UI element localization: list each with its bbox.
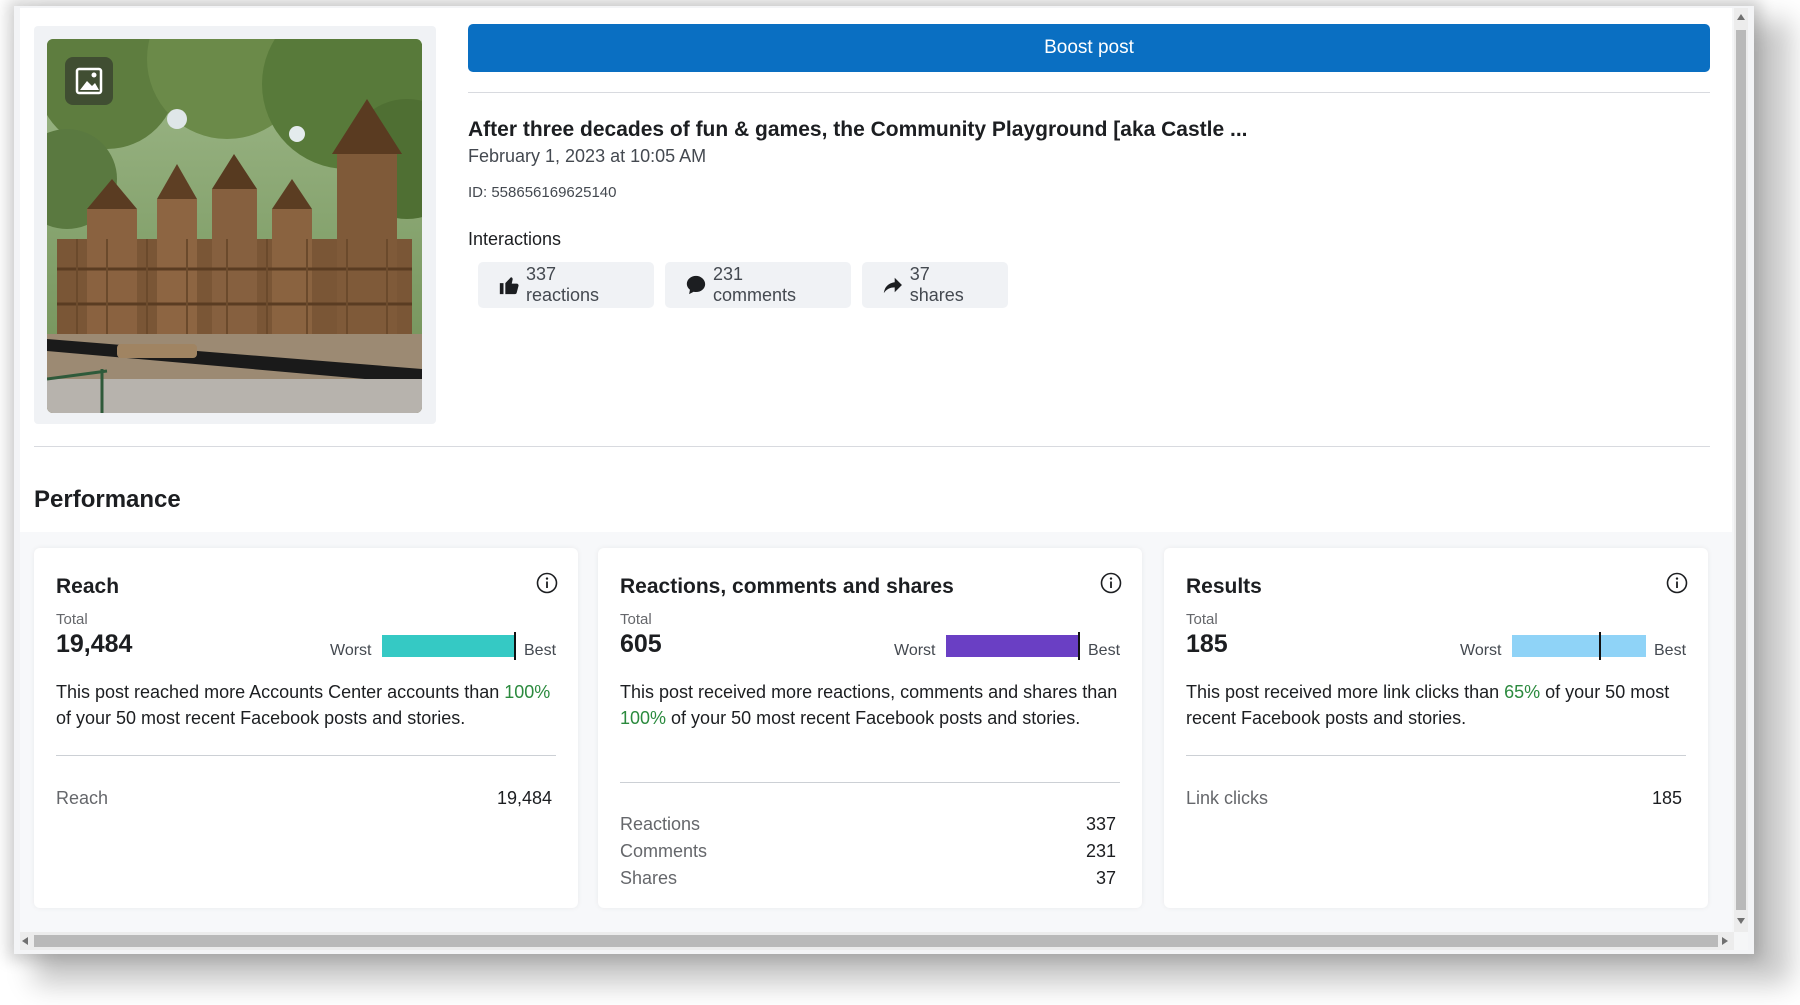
results-card: Results Total 185 Worst Best This post r… xyxy=(1164,548,1708,908)
engagement-total-label: Total xyxy=(620,611,652,628)
engagement-row-label: Comments xyxy=(620,841,708,861)
reach-total-label: Total xyxy=(56,611,88,628)
scroll-right-arrow-icon[interactable] xyxy=(1722,937,1728,945)
engagement-ranking-bar xyxy=(946,632,1080,660)
reach-card-title: Reach xyxy=(56,575,120,598)
reach-worst-label: Worst xyxy=(330,642,372,659)
scroll-left-arrow-icon[interactable] xyxy=(22,937,28,945)
scroll-down-arrow-icon[interactable] xyxy=(1737,918,1745,924)
reach-desc-text: This post reached more Accounts Center a… xyxy=(56,682,505,702)
thumbs-up-icon xyxy=(499,277,519,295)
reach-desc-percent: 100% xyxy=(504,682,551,702)
engagement-row-value: 37 xyxy=(1095,868,1116,888)
engagement-row-value: 337 xyxy=(1085,814,1116,834)
performance-title: Performance xyxy=(34,486,181,513)
comment-icon xyxy=(686,275,706,295)
engagement-ranking-fill xyxy=(946,635,1080,657)
engagement-description: This post received more reactions, comme… xyxy=(620,679,1120,731)
reach-card: Reach Total 19,484 Worst Best This post … xyxy=(34,548,578,908)
engagement-row-label: Shares xyxy=(620,868,678,888)
post-title[interactable]: After three decades of fun & games, the … xyxy=(468,118,1718,142)
engagement-desc-text-end: of your 50 most recent Facebook posts an… xyxy=(666,708,1081,728)
post-id: ID: 558656169625140 xyxy=(468,184,617,201)
results-ranking-fill xyxy=(1512,635,1646,657)
engagement-worst-label: Worst xyxy=(894,642,936,659)
engagement-card: Reactions, comments and shares Total 605… xyxy=(598,548,1142,908)
engagement-total-value: 605 xyxy=(620,630,662,658)
reactions-chip-label: 337 reactions xyxy=(525,264,600,305)
scroll-up-arrow-icon[interactable] xyxy=(1737,14,1745,20)
comments-chip[interactable]: 231 comments xyxy=(665,262,851,308)
reach-ranking-marker xyxy=(514,632,516,660)
engagement-divider xyxy=(620,782,1120,783)
results-desc-percent: 65% xyxy=(1504,682,1541,702)
boost-post-button[interactable]: Boost post xyxy=(468,24,1710,72)
shares-chip-label: 37 shares xyxy=(909,264,964,305)
results-total-label: Total xyxy=(1186,611,1218,628)
engagement-desc-percent: 100% xyxy=(620,708,667,728)
results-desc-text: This post received more link clicks than xyxy=(1186,682,1505,702)
interactions-label: Interactions xyxy=(468,229,562,249)
reach-row-value: 19,484 xyxy=(496,788,552,808)
post-insights-panel: Boost post After three decades of fun & … xyxy=(20,8,1732,932)
results-row-label: Link clicks xyxy=(1186,788,1269,808)
horizontal-scroll-thumb[interactable] xyxy=(34,935,1718,947)
reach-row-label: Reach xyxy=(56,788,109,808)
results-description: This post received more link clicks than… xyxy=(1186,679,1686,731)
share-arrow-icon xyxy=(883,277,902,294)
engagement-row-value: 231 xyxy=(1085,841,1116,861)
info-icon[interactable] xyxy=(1100,572,1122,594)
engagement-card-title: Reactions, comments and shares xyxy=(620,575,954,598)
engagement-desc-text: This post received more reactions, comme… xyxy=(620,682,1118,702)
info-icon[interactable] xyxy=(1666,572,1688,594)
reach-ranking-fill xyxy=(382,635,516,657)
engagement-ranking-marker xyxy=(1078,632,1080,660)
results-total-value: 185 xyxy=(1186,630,1228,658)
results-row-value: 185 xyxy=(1651,788,1682,808)
results-best-label: Best xyxy=(1654,642,1687,659)
section-divider xyxy=(34,446,1710,447)
post-image-card xyxy=(34,26,436,424)
horizontal-scrollbar[interactable] xyxy=(20,932,1734,950)
engagement-row-label: Reactions xyxy=(620,814,701,834)
comments-chip-label: 231 comments xyxy=(712,264,797,305)
reach-ranking-bar xyxy=(382,632,516,660)
post-date: February 1, 2023 at 10:05 AM xyxy=(468,146,707,166)
reach-description: This post reached more Accounts Center a… xyxy=(56,679,556,731)
post-photo[interactable] xyxy=(47,39,422,413)
reach-total-value: 19,484 xyxy=(56,630,133,658)
image-gallery-icon xyxy=(65,57,113,105)
results-worst-label: Worst xyxy=(1460,642,1502,659)
vertical-scroll-thumb[interactable] xyxy=(1736,30,1746,910)
header-divider xyxy=(468,92,1710,93)
engagement-best-label: Best xyxy=(1088,642,1121,659)
info-icon[interactable] xyxy=(536,572,558,594)
results-divider xyxy=(1186,755,1686,756)
vertical-scrollbar[interactable] xyxy=(1734,8,1748,932)
reactions-chip[interactable]: 337 reactions xyxy=(478,262,654,308)
results-ranking-bar xyxy=(1512,632,1646,660)
reach-best-label: Best xyxy=(524,642,557,659)
browser-window: Boost post After three decades of fun & … xyxy=(20,8,1748,950)
results-ranking-marker xyxy=(1599,632,1601,660)
results-card-title: Results xyxy=(1186,575,1262,598)
reach-desc-text-end: of your 50 most recent Facebook posts an… xyxy=(56,708,466,728)
shares-chip[interactable]: 37 shares xyxy=(862,262,1008,308)
reach-divider xyxy=(56,755,556,756)
